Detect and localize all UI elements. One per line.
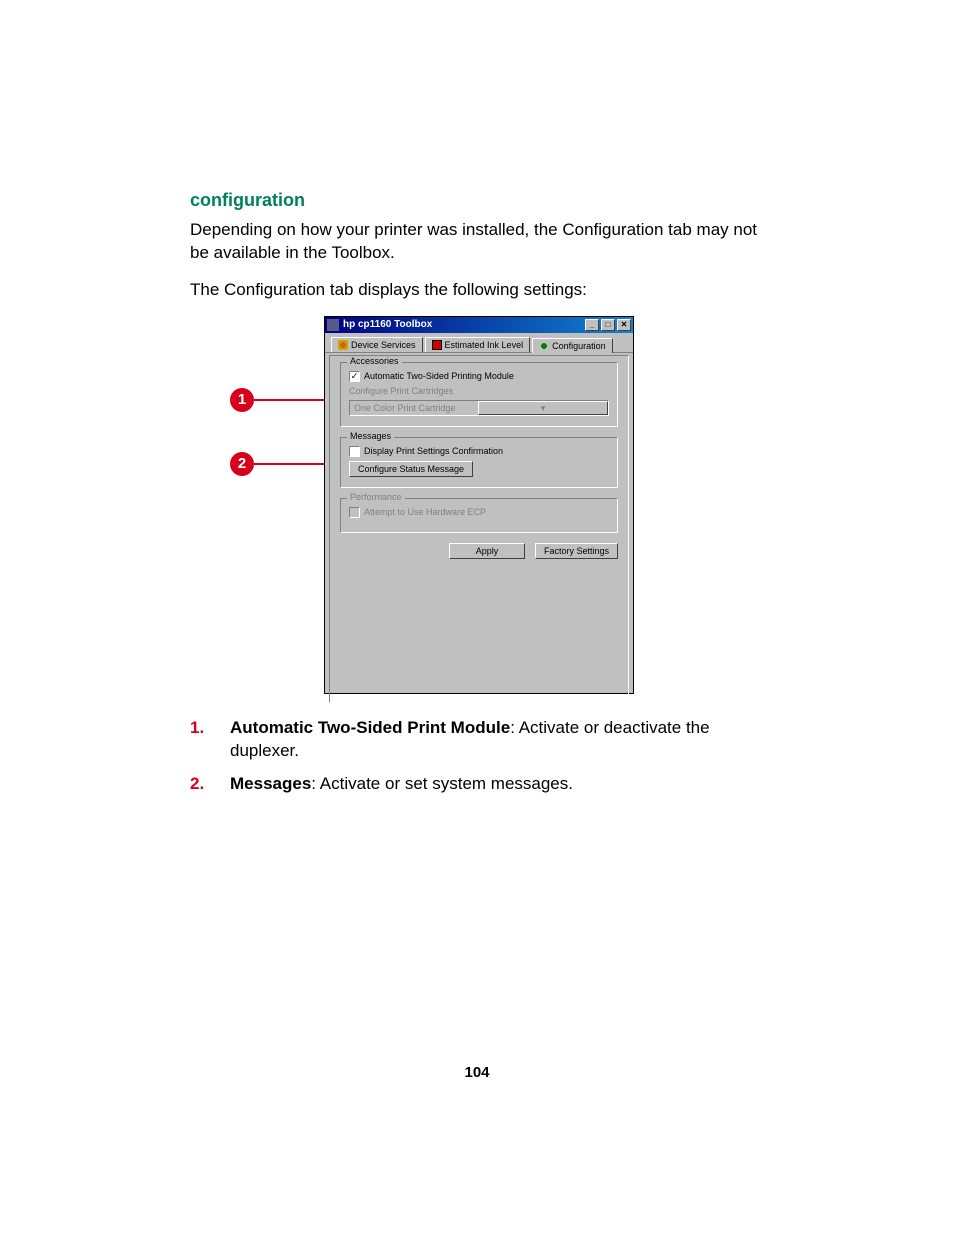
apply-button[interactable]: Apply bbox=[449, 543, 525, 559]
window-title: hp cp1160 Toolbox bbox=[343, 319, 432, 330]
checkbox-row-ecp: Attempt to Use Hardware ECP bbox=[349, 507, 609, 518]
gear-icon bbox=[539, 341, 549, 351]
page-content: configuration Depending on how your prin… bbox=[190, 190, 780, 806]
button-row: Apply Factory Settings bbox=[340, 543, 618, 559]
tab-panel: Accessories Automatic Two-Sided Printing… bbox=[329, 355, 629, 703]
page-number: 104 bbox=[0, 1064, 954, 1081]
list-desc: : Activate or set system messages. bbox=[311, 774, 573, 793]
group-accessories: Accessories Automatic Two-Sided Printing… bbox=[340, 362, 618, 427]
checkbox-row-duplex[interactable]: Automatic Two-Sided Printing Module bbox=[349, 371, 609, 382]
group-legend: Messages bbox=[347, 431, 394, 441]
cartridge-dropdown[interactable]: One Color Print Cartridge ▾ bbox=[349, 400, 609, 416]
close-button[interactable]: ✕ bbox=[617, 319, 631, 331]
list-item: 2. Messages: Activate or set system mess… bbox=[190, 773, 780, 796]
group-performance: Performance Attempt to Use Hardware ECP bbox=[340, 498, 618, 533]
toolbox-window: hp cp1160 Toolbox _ □ ✕ Device Services … bbox=[324, 316, 634, 694]
callout-list: 1. Automatic Two-Sided Print Module: Act… bbox=[190, 717, 780, 796]
list-number: 1. bbox=[190, 717, 230, 763]
ink-level-icon bbox=[432, 340, 442, 350]
checkbox-icon[interactable] bbox=[349, 371, 360, 382]
list-number: 2. bbox=[190, 773, 230, 796]
configure-cartridges-label: Configure Print Cartridges bbox=[349, 386, 609, 396]
group-legend: Accessories bbox=[347, 356, 402, 366]
tab-configuration[interactable]: Configuration bbox=[532, 338, 613, 353]
checkbox-label: Display Print Settings Confirmation bbox=[364, 446, 503, 456]
factory-settings-button[interactable]: Factory Settings bbox=[535, 543, 618, 559]
maximize-button[interactable]: □ bbox=[601, 319, 615, 331]
group-messages: Messages Display Print Settings Confirma… bbox=[340, 437, 618, 488]
checkbox-row-confirm[interactable]: Display Print Settings Confirmation bbox=[349, 446, 609, 457]
intro-paragraph-2: The Configuration tab displays the follo… bbox=[190, 279, 780, 302]
checkbox-icon bbox=[349, 507, 360, 518]
list-body: Automatic Two-Sided Print Module: Activa… bbox=[230, 717, 780, 763]
chevron-down-icon[interactable]: ▾ bbox=[478, 401, 608, 415]
checkbox-label: Automatic Two-Sided Printing Module bbox=[364, 371, 514, 381]
wrench-icon bbox=[338, 340, 348, 350]
tab-device-services[interactable]: Device Services bbox=[331, 337, 423, 352]
minimize-button[interactable]: _ bbox=[585, 319, 599, 331]
app-icon bbox=[327, 319, 339, 331]
configure-status-button[interactable]: Configure Status Message bbox=[349, 461, 473, 477]
list-item: 1. Automatic Two-Sided Print Module: Act… bbox=[190, 717, 780, 763]
callout-circle-1: 1 bbox=[230, 388, 254, 412]
screenshot-with-callouts: 1 2 hp cp1160 Toolbox _ □ ✕ Device Servi… bbox=[230, 316, 780, 701]
tab-strip: Device Services Estimated Ink Level Conf… bbox=[325, 333, 633, 353]
intro-paragraph-1: Depending on how your printer was instal… bbox=[190, 219, 780, 265]
tab-label: Device Services bbox=[351, 340, 416, 350]
list-term: Messages bbox=[230, 774, 311, 793]
section-heading: configuration bbox=[190, 190, 780, 211]
dropdown-value: One Color Print Cartridge bbox=[350, 403, 478, 413]
checkbox-label: Attempt to Use Hardware ECP bbox=[364, 507, 486, 517]
list-term: Automatic Two-Sided Print Module bbox=[230, 718, 510, 737]
group-legend: Performance bbox=[347, 492, 405, 502]
list-body: Messages: Activate or set system message… bbox=[230, 773, 780, 796]
tab-label: Estimated Ink Level bbox=[445, 340, 524, 350]
checkbox-icon[interactable] bbox=[349, 446, 360, 457]
callout-circle-2: 2 bbox=[230, 452, 254, 476]
titlebar[interactable]: hp cp1160 Toolbox _ □ ✕ bbox=[325, 317, 633, 333]
tab-ink-level[interactable]: Estimated Ink Level bbox=[425, 337, 531, 352]
tab-label: Configuration bbox=[552, 341, 606, 351]
